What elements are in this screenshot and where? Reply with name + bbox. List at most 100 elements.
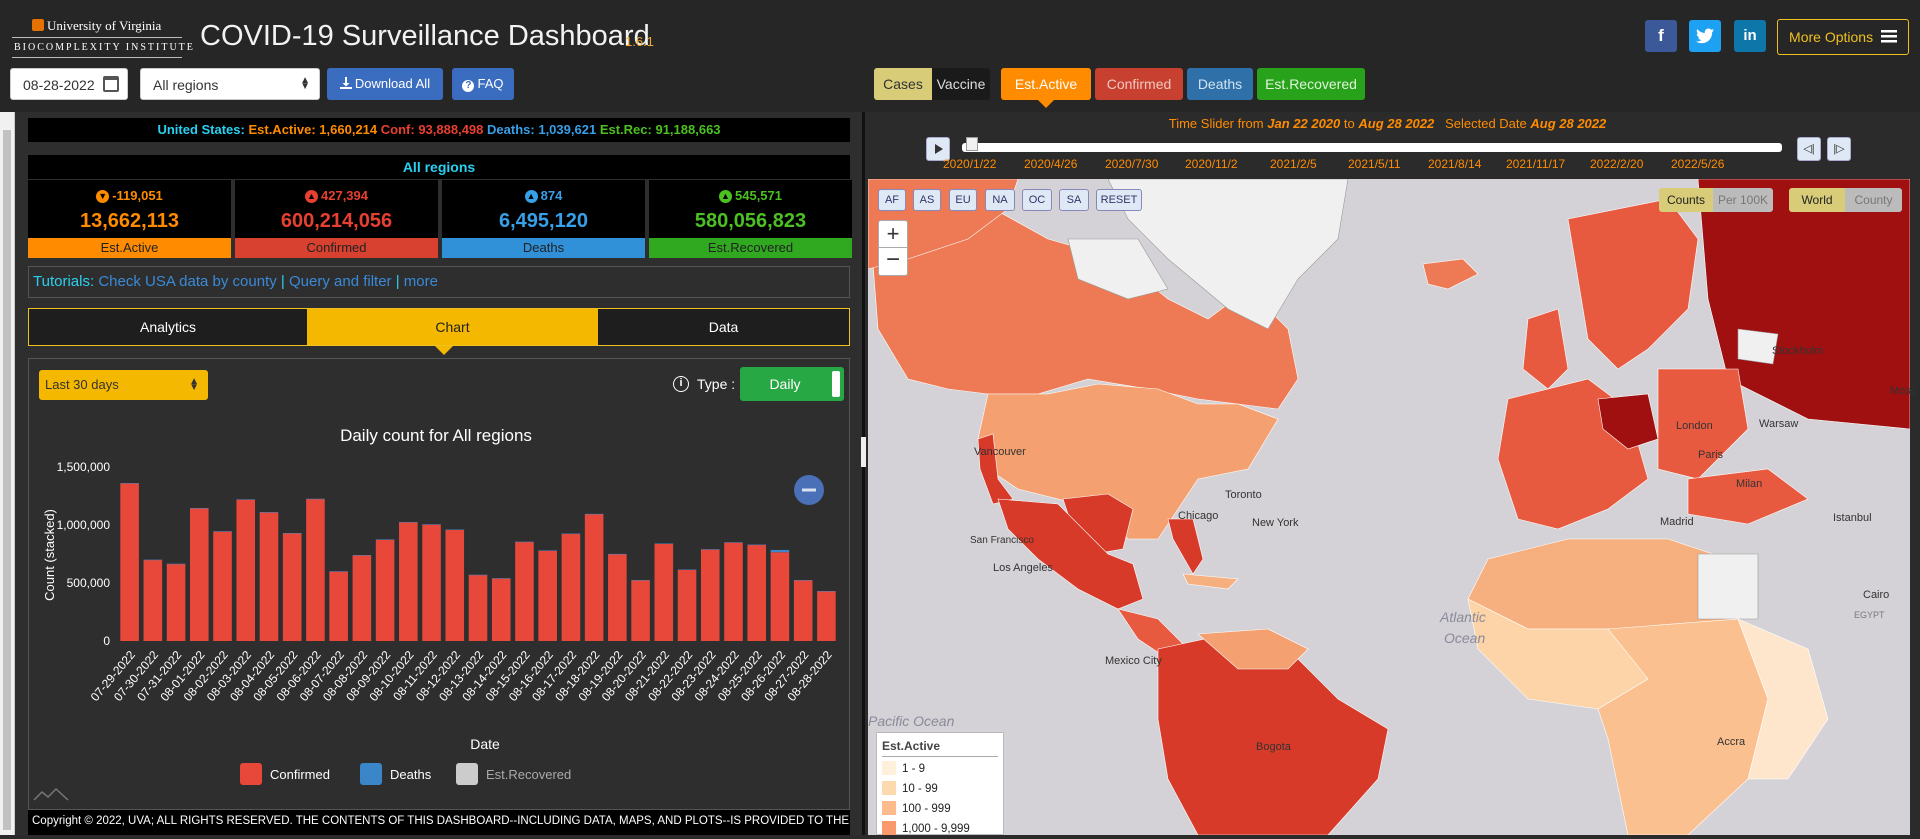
bar-deaths[interactable]	[236, 499, 256, 500]
bar-deaths[interactable]	[515, 541, 534, 543]
bar-deaths[interactable]	[538, 550, 557, 551]
more-options-button[interactable]: More Options	[1777, 19, 1909, 55]
scrollbar-thumb[interactable]	[3, 130, 11, 830]
bar-deaths[interactable]	[584, 513, 604, 515]
bar-deaths[interactable]	[190, 508, 209, 509]
map-region-north-africa[interactable]	[1467, 538, 1739, 630]
bar-confirmed[interactable]	[282, 533, 302, 641]
bar-confirmed[interactable]	[190, 508, 209, 641]
bar-confirmed[interactable]	[422, 524, 441, 641]
region-button-reset[interactable]: RESET	[1096, 189, 1142, 211]
legend-item-label[interactable]: Deaths	[390, 767, 432, 782]
region-button-af[interactable]: AF	[878, 189, 906, 211]
bar-confirmed[interactable]	[259, 512, 279, 641]
bar-deaths[interactable]	[120, 483, 139, 484]
map-region-florida[interactable]	[1167, 518, 1204, 575]
bar-confirmed[interactable]	[747, 544, 766, 641]
legend-swatch[interactable]	[456, 763, 478, 785]
type-toggle[interactable]: Daily	[740, 367, 844, 401]
facebook-share-button[interactable]: f	[1645, 20, 1677, 52]
region-button-sa[interactable]: SA	[1059, 189, 1089, 211]
bar-confirmed[interactable]	[213, 531, 232, 641]
bar-deaths[interactable]	[793, 579, 813, 581]
region-button-eu[interactable]: EU	[949, 189, 977, 211]
map-region-cuba[interactable]	[1182, 573, 1239, 590]
bar-confirmed[interactable]	[329, 571, 348, 641]
bar-confirmed[interactable]	[399, 522, 418, 641]
toggle-counts[interactable]: Counts	[1659, 188, 1713, 212]
stat-card-est-active[interactable]: ▼ -119,051 13,662,113 Est.Active	[28, 180, 231, 258]
info-icon[interactable]: i	[673, 376, 689, 392]
download-all-button[interactable]: Download All	[327, 68, 443, 100]
tab-chart[interactable]: Chart	[307, 309, 598, 345]
region-button-oc[interactable]: OC	[1022, 189, 1052, 211]
stat-card-confirmed[interactable]: ▲ 427,394 600,214,056 Confirmed	[235, 180, 438, 258]
map-region-uk[interactable]	[1522, 308, 1569, 390]
bar-deaths[interactable]	[654, 543, 674, 544]
bar-confirmed[interactable]	[166, 563, 186, 641]
legend-swatch[interactable]	[240, 763, 262, 785]
tutorial-link-usa-county[interactable]: Check USA data by county	[98, 273, 276, 290]
bar-deaths[interactable]	[700, 549, 720, 550]
bar-confirmed[interactable]	[143, 559, 163, 641]
bar-confirmed[interactable]	[584, 513, 604, 641]
bar-confirmed[interactable]	[700, 549, 720, 641]
bar-deaths[interactable]	[724, 542, 743, 543]
bar-deaths[interactable]	[747, 544, 766, 546]
tab-data[interactable]: Data	[598, 309, 849, 345]
time-slider-handle[interactable]	[966, 137, 978, 151]
tab-est-recovered[interactable]: Est.Recovered	[1257, 68, 1365, 100]
map-region-scandinavia[interactable]	[1567, 198, 1699, 370]
bar-deaths[interactable]	[445, 529, 465, 531]
toggle-per-100k[interactable]: Per 100K	[1713, 188, 1773, 212]
world-map[interactable]	[868, 179, 1910, 835]
panel-splitter[interactable]	[861, 112, 866, 835]
step-forward-button[interactable]: |▷	[1827, 137, 1851, 161]
tab-confirmed[interactable]: Confirmed	[1095, 68, 1183, 100]
calendar-icon[interactable]	[103, 76, 119, 92]
map-region-egypt[interactable]	[1697, 553, 1759, 620]
legend-swatch[interactable]	[360, 763, 382, 785]
bar-confirmed[interactable]	[817, 591, 836, 641]
bar-deaths[interactable]	[166, 563, 186, 565]
map-region-iceland[interactable]	[1422, 258, 1479, 290]
faq-button[interactable]: ? FAQ	[452, 68, 514, 100]
bar-deaths[interactable]	[817, 591, 836, 592]
bar-confirmed[interactable]	[236, 499, 256, 641]
map-canvas[interactable]	[868, 179, 1910, 835]
zoom-in-button[interactable]: +	[878, 220, 908, 248]
bar-deaths[interactable]	[608, 553, 627, 555]
bar-confirmed[interactable]	[445, 529, 465, 641]
time-slider-track[interactable]	[962, 143, 1782, 152]
bar-deaths[interactable]	[375, 539, 395, 540]
bar-deaths[interactable]	[352, 555, 372, 556]
region-button-as[interactable]: AS	[913, 189, 941, 211]
left-scrollbar[interactable]	[0, 112, 15, 835]
bar-deaths[interactable]	[259, 512, 279, 513]
legend-item-label[interactable]: Est.Recovered	[486, 767, 571, 782]
bar-deaths[interactable]	[677, 569, 697, 571]
toggle-county[interactable]: County	[1845, 188, 1902, 212]
bar-deaths[interactable]	[329, 571, 348, 572]
bar-confirmed[interactable]	[515, 541, 534, 641]
stat-card-deaths[interactable]: ▲ 874 6,495,120 Deaths	[442, 180, 645, 258]
bar-confirmed[interactable]	[468, 574, 488, 641]
legend-item-label[interactable]: Confirmed	[270, 767, 330, 782]
bar-confirmed[interactable]	[491, 578, 511, 641]
range-select[interactable]: Last 30 days ▲ ▼	[39, 370, 208, 400]
bar-confirmed[interactable]	[793, 580, 813, 641]
bar-deaths[interactable]	[770, 549, 790, 553]
linkedin-share-button[interactable]: in	[1734, 20, 1766, 52]
bar-confirmed[interactable]	[631, 580, 650, 641]
tutorial-link-query-filter[interactable]: Query and filter	[289, 273, 392, 290]
region-button-na[interactable]: NA	[985, 189, 1015, 211]
twitter-share-button[interactable]	[1689, 20, 1721, 52]
date-input[interactable]: 08-28-2022	[10, 68, 128, 100]
splitter-grip[interactable]	[861, 437, 866, 467]
bar-confirmed[interactable]	[352, 555, 372, 641]
bar-deaths[interactable]	[143, 559, 163, 561]
bar-confirmed[interactable]	[561, 533, 581, 641]
bar-confirmed[interactable]	[538, 550, 557, 641]
step-back-button[interactable]: ◁|	[1797, 137, 1821, 161]
toggle-world[interactable]: World	[1789, 188, 1845, 212]
